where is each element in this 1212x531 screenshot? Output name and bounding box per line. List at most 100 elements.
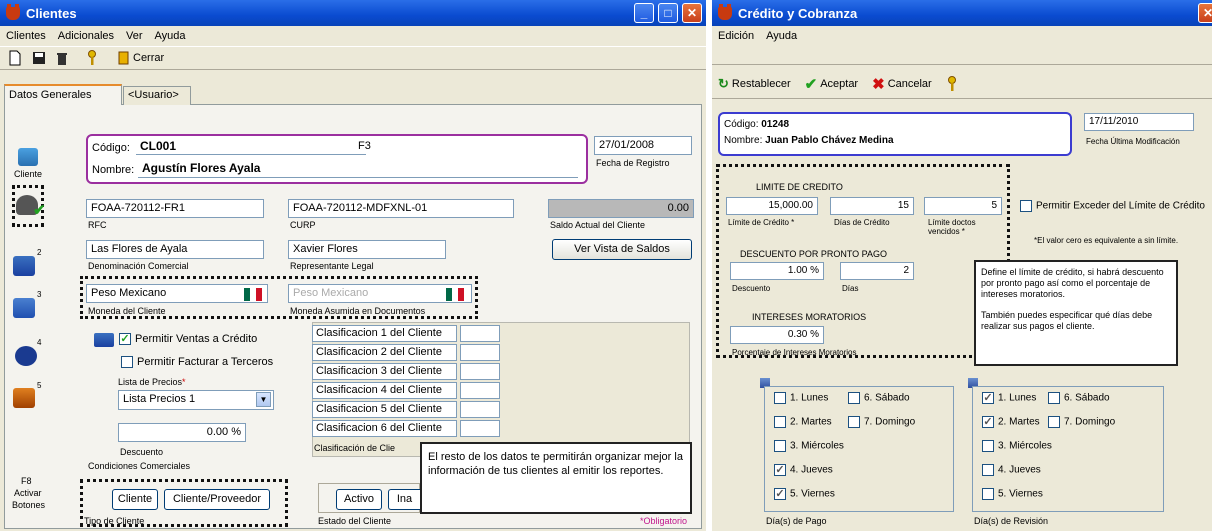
close-button[interactable]: ✕ [682,3,702,23]
clasificacion-4-value[interactable] [460,382,500,399]
ver-vista-saldos-button[interactable]: Ver Vista de Saldos [552,239,692,260]
minimize-button[interactable]: _ [634,3,654,23]
clasificacion-2: Clasificacion 2 del Cliente [312,344,457,361]
app-icon [6,3,20,20]
botones-label[interactable]: Botones [12,500,45,510]
clasificacion-1-value[interactable] [460,325,500,342]
checkbox[interactable]: ✓ [774,464,786,476]
clasificacion-6-value[interactable] [460,420,500,437]
box-icon[interactable] [13,388,35,408]
pago-day[interactable]: 2. Martes [774,416,832,428]
menu-edicion[interactable]: Edición [718,30,754,42]
checkbox[interactable] [982,440,994,452]
revision-day[interactable]: 3. Miércoles [982,440,1052,452]
inactivo-button[interactable]: Ina [388,489,420,510]
checkbox[interactable] [774,440,786,452]
activo-button[interactable]: Activo [336,489,382,510]
person-icon[interactable] [15,346,37,366]
delete-icon[interactable] [54,48,70,68]
descuento-field[interactable]: 0.00 % [118,423,246,442]
clientes-titlebar[interactable]: Clientes _ □ ✕ [0,0,706,26]
close-tool-button[interactable]: Cerrar [116,48,166,68]
clasificacion-3-value[interactable] [460,363,500,380]
key-icon[interactable] [84,48,100,68]
intereses-field[interactable]: 0.30 % [730,326,824,344]
cliente-proveedor-button[interactable]: Cliente/Proveedor [164,489,270,510]
f3-label[interactable]: F3 [358,140,371,152]
moneda-field[interactable]: Peso Mexicano [86,284,268,303]
revision-day[interactable]: 5. Viernes [982,488,1043,500]
aceptar-button[interactable]: ✔ Aceptar [803,74,861,94]
key-icon[interactable] [944,74,960,94]
checkbox[interactable] [774,392,786,404]
restablecer-button[interactable]: ↻ Restablecer [716,74,793,94]
clientes-window: Clientes _ □ ✕ Clientes Adicionales Ver … [0,0,706,531]
tab-datos-generales[interactable]: Datos Generales [4,84,122,105]
clasificacion-2-value[interactable] [460,344,500,361]
credito-icon[interactable] [94,333,114,347]
chevron-down-icon[interactable]: ▼ [256,392,271,407]
descuento-field[interactable]: 1.00 % [730,262,824,280]
docs-vencidos-field[interactable]: 5 [924,197,1002,215]
menu-ver[interactable]: Ver [126,30,143,42]
checkbox[interactable] [774,416,786,428]
revision-day[interactable]: 6. Sábado [1048,392,1110,404]
limite-field[interactable]: 15,000.00 [726,197,818,215]
dias-credito-field[interactable]: 15 [830,197,914,215]
lista-precios-select[interactable]: Lista Precios 1 ▼ [118,390,274,410]
permitir-ventas-checkbox[interactable]: ✓ Permitir Ventas a Crédito [119,333,257,346]
save-icon[interactable] [30,48,48,68]
pago-day[interactable]: 1. Lunes [774,392,828,404]
credito-titlebar[interactable]: Crédito y Cobranza ✕ [712,0,1212,26]
maximize-button[interactable]: □ [658,3,678,23]
representante-field[interactable]: Xavier Flores [288,240,446,259]
permitir-exceder-checkbox[interactable]: Permitir Exceder del Límite de Crédito [1020,200,1205,212]
nombre-field[interactable]: Agustín Flores Ayala [138,160,578,178]
pago-day[interactable]: 6. Sábado [848,392,910,404]
estado-label: Estado del Cliente [318,516,392,526]
fecha-registro-field[interactable]: 27/01/2008 [594,136,692,155]
activar-label[interactable]: Activar [14,488,42,498]
checkbox[interactable]: ✓ [774,488,786,500]
cliente-button[interactable]: Cliente [112,489,158,510]
checkbox-unchecked[interactable] [121,356,133,369]
pago-day[interactable]: 7. Domingo [848,416,915,428]
codigo-field[interactable]: CL001 [136,138,366,155]
checkbox[interactable]: ✓ [982,416,994,428]
pago-day[interactable]: 3. Miércoles [774,440,844,452]
menu-ayuda[interactable]: Ayuda [155,30,186,42]
tab-usuario[interactable]: <Usuario> [123,86,191,105]
rfc-field[interactable]: FOAA-720112-FR1 [86,199,264,218]
close-button[interactable]: ✕ [1198,3,1212,23]
pago-day[interactable]: ✓ 4. Jueves [774,464,833,476]
checkbox[interactable] [1048,416,1060,428]
menu-adicionales[interactable]: Adicionales [58,30,114,42]
pago-day[interactable]: ✓ 5. Viernes [774,488,835,500]
checkbox[interactable]: ✓ [982,392,994,404]
checkbox[interactable] [848,392,860,404]
cliente-icon[interactable] [18,148,38,166]
revision-day[interactable]: 7. Domingo [1048,416,1115,428]
checkbox[interactable] [1048,392,1060,404]
revision-day[interactable]: ✓ 2. Martes [982,416,1040,428]
revision-day[interactable]: 4. Jueves [982,464,1041,476]
checkbox[interactable] [848,416,860,428]
revision-day[interactable]: ✓ 1. Lunes [982,392,1036,404]
clasificacion-5-value[interactable] [460,401,500,418]
cancelar-button[interactable]: ✖ Cancelar [870,74,934,94]
descuento-dias-field[interactable]: 2 [840,262,914,280]
denominacion-field[interactable]: Las Flores de Ayala [86,240,264,259]
menu-clientes[interactable]: Clientes [6,30,46,42]
curp-field[interactable]: FOAA-720112-MDFXNL-01 [288,199,514,218]
menu-ayuda[interactable]: Ayuda [766,30,797,42]
documents-icon[interactable] [13,256,35,276]
checkbox[interactable] [982,488,994,500]
truck-icon[interactable] [13,298,35,318]
new-icon[interactable] [6,48,24,68]
checkbox-unchecked[interactable] [1020,200,1032,212]
checkbox[interactable] [982,464,994,476]
clasificacion-4: Clasificacion 4 del Cliente [312,382,457,399]
checkbox-checked[interactable]: ✓ [119,333,131,346]
info-tooltip: Define el límite de crédito, si habrá de… [974,260,1178,366]
permitir-facturar-checkbox[interactable]: Permitir Facturar a Terceros [121,356,273,369]
